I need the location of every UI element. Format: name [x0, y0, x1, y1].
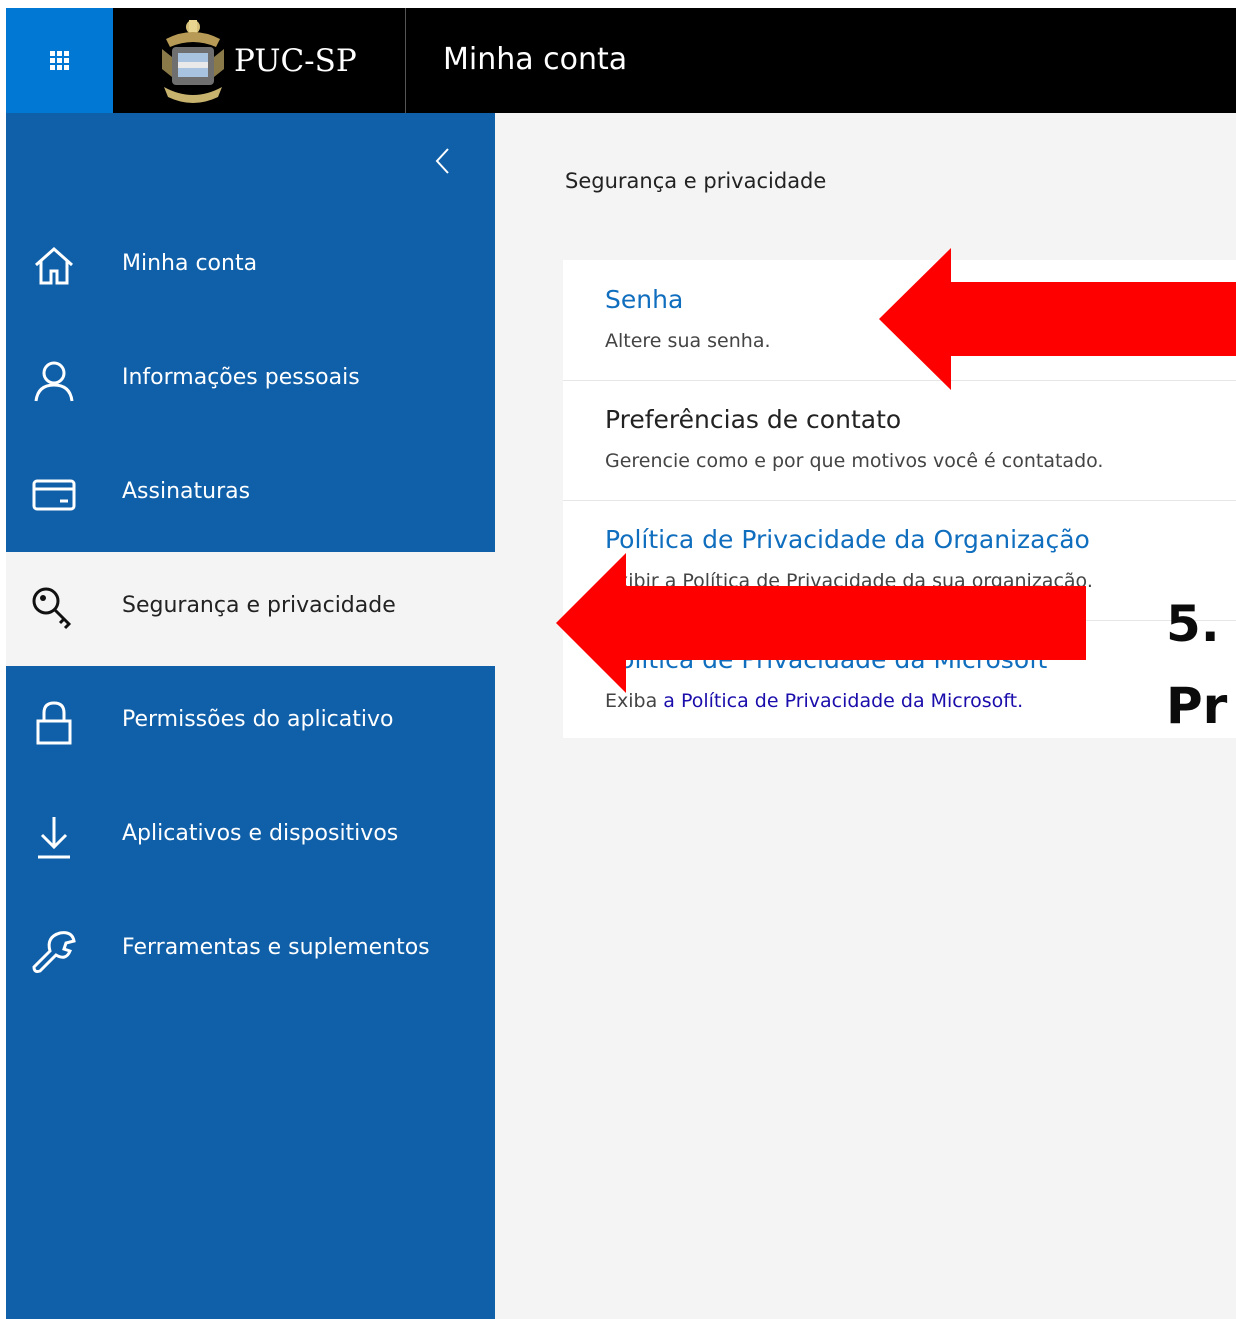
header-divider: [405, 8, 406, 113]
logo-text: PUC-SP: [234, 43, 357, 79]
org-logo[interactable]: PUC-SP: [156, 16, 366, 106]
row-description: Gerencie como e por que motivos você é c…: [605, 450, 1104, 472]
waffle-icon: [50, 51, 69, 70]
sidebar: Minha conta Informações pessoais Assinat…: [6, 113, 495, 1319]
sidebar-item-label: Assinaturas: [122, 479, 251, 504]
sidebar-item-minha-conta[interactable]: Minha conta: [6, 210, 495, 324]
sidebar-item-informacoes-pessoais[interactable]: Informações pessoais: [6, 324, 495, 438]
annotation-step-number: 5.: [1166, 595, 1220, 653]
arrow-pointing-seguranca: [556, 553, 1086, 693]
arrow-pointing-senha: [879, 248, 1236, 390]
sidebar-item-seguranca-privacidade[interactable]: Segurança e privacidade: [6, 552, 495, 666]
row-description: Altere sua senha.: [605, 330, 771, 352]
chevron-left-icon: [435, 148, 449, 174]
sidebar-item-label: Informações pessoais: [122, 365, 360, 390]
list-item-preferencias-contato[interactable]: Preferências de contato Gerencie como e …: [563, 380, 1236, 501]
row-description-prefix: Exiba: [605, 690, 664, 712]
sidebar-item-label: Segurança e privacidade: [122, 593, 396, 618]
sidebar-item-label: Aplicativos e dispositivos: [122, 821, 399, 846]
row-title[interactable]: Senha: [605, 284, 683, 316]
sidebar-item-permissoes-aplicativo[interactable]: Permissões do aplicativo: [6, 666, 495, 780]
person-icon: [34, 361, 74, 402]
row-title[interactable]: Preferências de contato: [605, 404, 901, 436]
microsoft-privacy-link[interactable]: a Política de Privacidade da Microsoft.: [663, 690, 1023, 712]
sidebar-item-label: Ferramentas e suplementos: [122, 935, 430, 960]
page-title: Minha conta: [443, 42, 628, 77]
key-icon: [32, 587, 72, 630]
sidebar-item-assinaturas[interactable]: Assinaturas: [6, 438, 495, 552]
top-bar: PUC-SP Minha conta: [6, 8, 1236, 113]
annotation-step-text: Pr: [1166, 677, 1228, 735]
sidebar-item-ferramentas-suplementos[interactable]: Ferramentas e suplementos: [6, 894, 495, 1008]
sidebar-item-label: Minha conta: [122, 251, 258, 276]
sidebar-item-aplicativos-dispositivos[interactable]: Aplicativos e dispositivos: [6, 780, 495, 894]
sidebar-item-label: Permissões do aplicativo: [122, 707, 394, 732]
card-icon: [32, 479, 76, 511]
crest-icon: [162, 20, 224, 103]
download-icon: [38, 817, 70, 859]
row-title[interactable]: Política de Privacidade da Organização: [605, 524, 1090, 556]
wrench-icon: [32, 931, 76, 973]
home-icon: [35, 246, 73, 285]
breadcrumb: Segurança e privacidade: [565, 169, 827, 193]
collapse-sidebar-button[interactable]: [424, 143, 464, 183]
lock-icon: [36, 701, 72, 745]
app-launcher-button[interactable]: [6, 8, 113, 113]
